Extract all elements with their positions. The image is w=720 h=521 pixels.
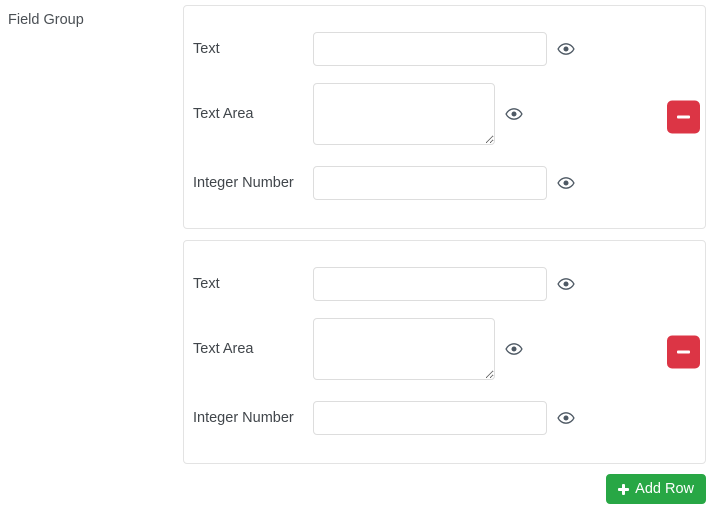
control-wrap (313, 166, 575, 200)
field-row-text: Text (184, 257, 705, 311)
repeater-container: Text Text Area Integer Number Text Text … (183, 5, 706, 504)
repeater-footer: Add Row (183, 474, 706, 504)
field-label-textarea: Text Area (193, 106, 254, 122)
eye-icon[interactable] (505, 340, 523, 358)
text-input[interactable] (313, 32, 547, 66)
control-wrap (313, 83, 523, 145)
field-label-text: Text (193, 276, 220, 292)
control-wrap (313, 318, 523, 380)
control-wrap (313, 267, 575, 301)
plus-icon (618, 483, 630, 495)
repeater-row-panel: Text Text Area Integer Number (183, 240, 706, 464)
field-row-text: Text (184, 22, 705, 76)
textarea-input[interactable] (313, 83, 495, 145)
eye-icon[interactable] (505, 105, 523, 123)
eye-icon[interactable] (557, 409, 575, 427)
minus-icon (677, 115, 690, 119)
repeater-row-panel: Text Text Area Integer Number (183, 5, 706, 229)
control-wrap (313, 32, 575, 66)
add-row-label: Add Row (635, 480, 694, 497)
textarea-input[interactable] (313, 318, 495, 380)
field-group-label: Field Group (8, 12, 84, 28)
minus-icon (677, 350, 690, 354)
field-label-number: Integer Number (193, 410, 294, 426)
field-label-number: Integer Number (193, 175, 294, 191)
number-input[interactable] (313, 401, 547, 435)
field-group-page: Field Group Text Text Area Integer Numbe… (0, 0, 720, 521)
eye-icon[interactable] (557, 40, 575, 58)
remove-row-button[interactable] (667, 100, 700, 134)
text-input[interactable] (313, 267, 547, 301)
field-row-number: Integer Number (184, 152, 705, 214)
field-row-textarea: Text Area (184, 76, 705, 152)
add-row-button[interactable]: Add Row (606, 474, 706, 504)
remove-row-button[interactable] (667, 335, 700, 369)
eye-icon[interactable] (557, 275, 575, 293)
field-row-number: Integer Number (184, 387, 705, 449)
field-row-textarea: Text Area (184, 311, 705, 387)
eye-icon[interactable] (557, 174, 575, 192)
field-label-textarea: Text Area (193, 341, 254, 357)
field-label-text: Text (193, 41, 220, 57)
control-wrap (313, 401, 575, 435)
number-input[interactable] (313, 166, 547, 200)
